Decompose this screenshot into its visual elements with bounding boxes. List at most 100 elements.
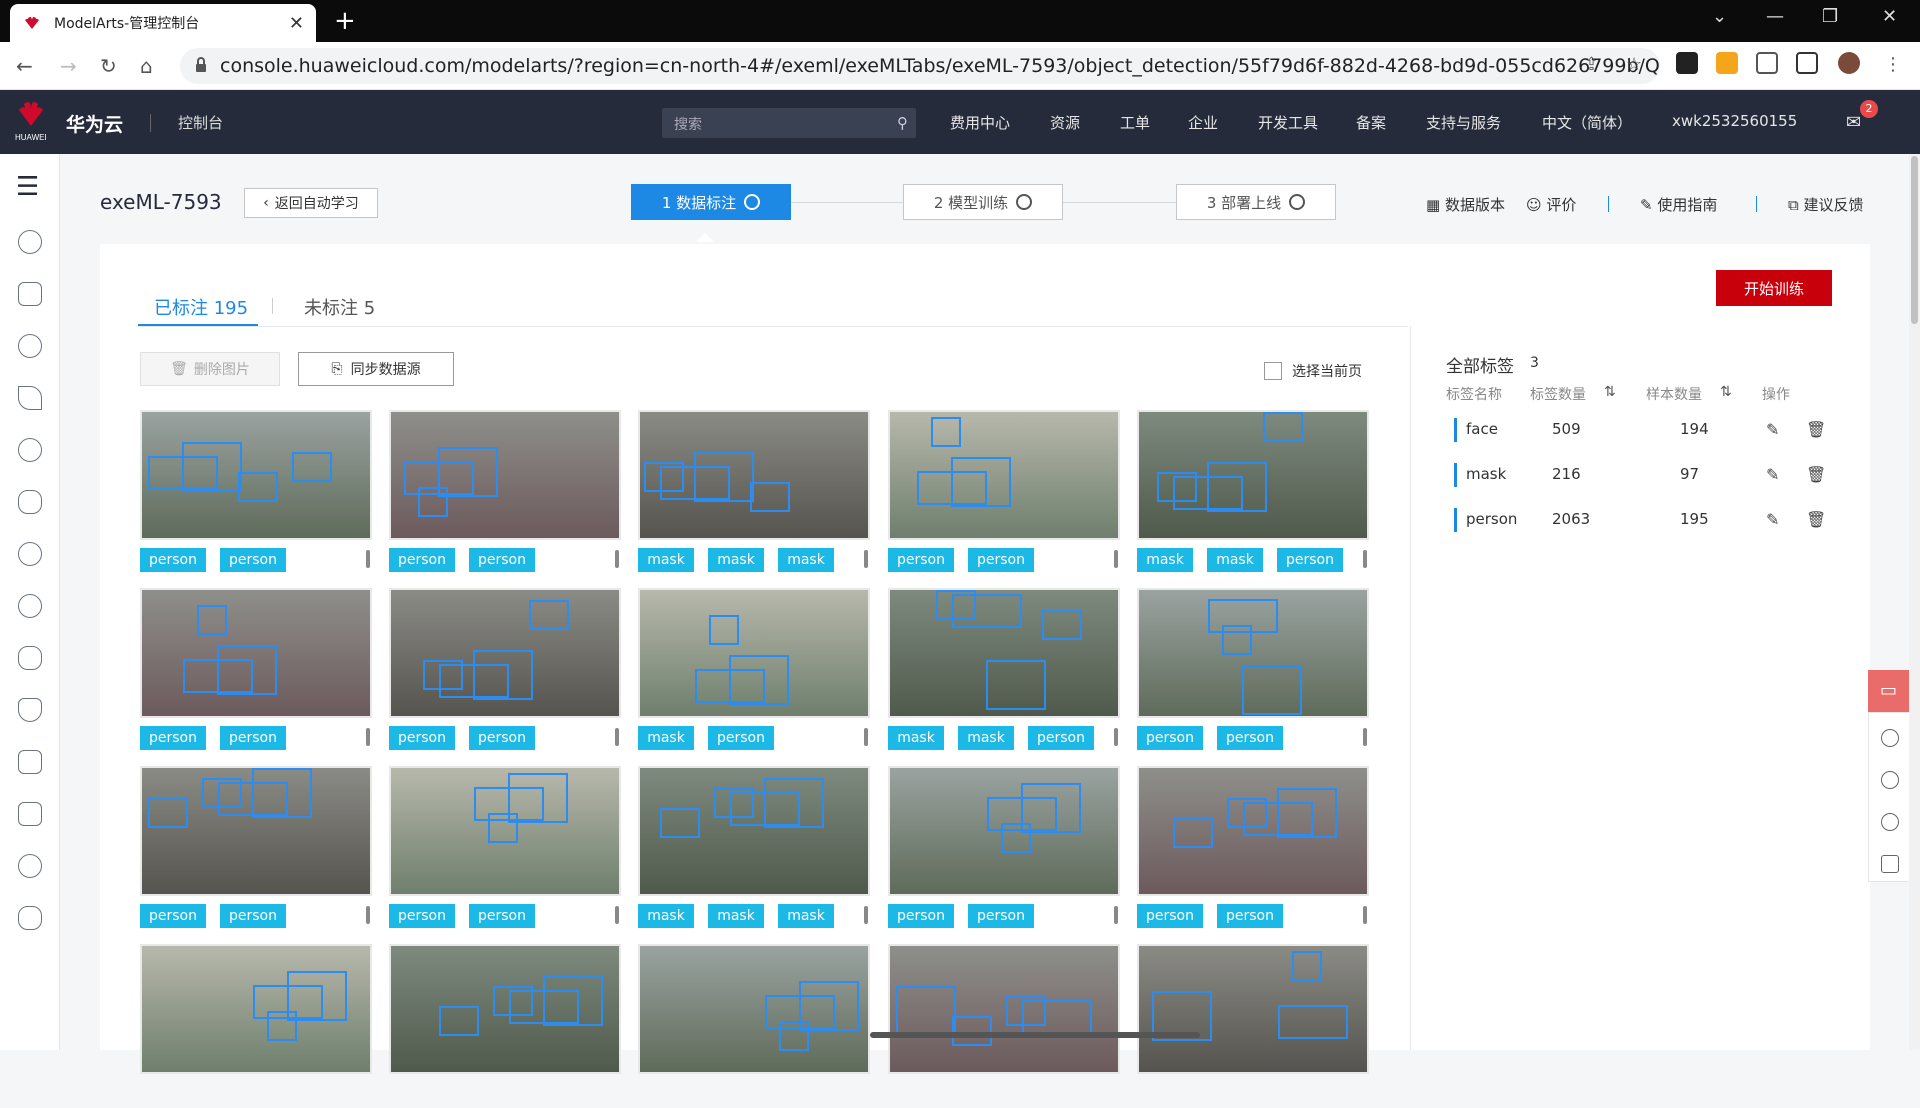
image-card[interactable]: person person (888, 766, 1120, 930)
image-thumbnail[interactable] (1137, 410, 1369, 540)
sync-datasource-button[interactable]: ⎘ 同步数据源 (298, 352, 454, 386)
restore-icon[interactable]: ❐ (1822, 6, 1838, 27)
url-field[interactable]: console.huaweicloud.com/modelarts/?regio… (180, 48, 1660, 84)
scrollbar-thumb[interactable] (1911, 156, 1918, 324)
feedback-link[interactable]: ⧉ 建议反馈 (1788, 194, 1864, 215)
cdn-icon[interactable] (18, 594, 42, 618)
edit-icon[interactable]: ✎ (1766, 465, 1784, 484)
drag-handle[interactable] (864, 728, 868, 746)
image-card[interactable]: person person (140, 410, 372, 574)
trash-icon[interactable]: 🗑 (1806, 420, 1826, 439)
select-page-checkbox[interactable] (1264, 362, 1282, 380)
cloud-storage-icon[interactable] (18, 906, 42, 930)
image-card[interactable] (140, 944, 372, 1108)
nav-language[interactable]: 中文（简体） (1542, 112, 1632, 133)
image-thumbnail[interactable] (389, 944, 621, 1074)
image-thumbnail[interactable] (389, 766, 621, 896)
step-data-labeling[interactable]: 1 数据标注 (631, 184, 791, 220)
tab-labeled[interactable]: 已标注 195 (154, 294, 248, 320)
drag-handle[interactable] (864, 550, 868, 568)
modelarts-icon[interactable] (18, 802, 42, 826)
image-card[interactable]: person person (140, 588, 372, 752)
image-card[interactable] (638, 944, 870, 1108)
image-card[interactable]: mask mask mask (638, 410, 870, 574)
image-card[interactable] (888, 944, 1120, 1108)
forward-icon[interactable]: → (60, 54, 77, 78)
nav-dev-tools[interactable]: 开发工具 (1258, 112, 1318, 133)
trash-icon[interactable]: 🗑 (1806, 465, 1826, 484)
image-thumbnail[interactable] (389, 410, 621, 540)
step-deploy[interactable]: 3 部署上线 (1176, 184, 1336, 220)
image-thumbnail[interactable] (140, 588, 372, 718)
image-card[interactable]: person person (888, 410, 1120, 574)
rss-extension-icon[interactable] (1716, 52, 1738, 74)
profile-avatar[interactable] (1838, 52, 1860, 74)
image-thumbnail[interactable] (888, 944, 1120, 1074)
drag-handle[interactable] (1363, 906, 1367, 924)
nav-resources[interactable]: 资源 (1050, 112, 1080, 133)
globe-icon[interactable] (18, 542, 42, 566)
brand-title[interactable]: 华为云 (66, 110, 123, 137)
image-thumbnail[interactable] (140, 766, 372, 896)
drag-handle[interactable] (1363, 550, 1367, 568)
nav-billing[interactable]: 费用中心 (950, 112, 1010, 133)
image-thumbnail[interactable] (888, 588, 1120, 718)
new-tab-icon[interactable]: + (334, 6, 356, 36)
sort-icon[interactable]: ⇅ (1604, 384, 1616, 400)
nav-username[interactable]: xwk2532560155 (1672, 112, 1797, 130)
back-icon[interactable]: ← (16, 54, 33, 78)
server-icon[interactable] (18, 282, 42, 306)
share-icon[interactable]: ⇪ (1584, 54, 1599, 75)
drag-handle[interactable] (1114, 550, 1118, 568)
back-to-automl-button[interactable]: ‹ 返回自动学习 (244, 188, 378, 218)
cluster-icon[interactable] (18, 490, 42, 514)
sidebar-icon[interactable] (1796, 52, 1818, 74)
network-icon[interactable] (18, 386, 42, 410)
mail-icon[interactable]: ✉ (1846, 112, 1861, 133)
drag-handle[interactable] (615, 906, 619, 924)
note-icon[interactable] (1881, 855, 1899, 873)
image-card[interactable]: mask mask person (888, 588, 1120, 752)
edit-icon[interactable]: ✎ (1766, 510, 1784, 529)
tab-unlabeled[interactable]: 未标注 5 (304, 294, 375, 320)
extension-icon[interactable] (1676, 52, 1698, 74)
help-icon[interactable] (1881, 813, 1899, 831)
global-search-input[interactable]: 搜索 ⚲ (662, 108, 916, 138)
cloud-more-icon[interactable] (18, 646, 42, 670)
cloud-icon[interactable] (18, 230, 42, 254)
bookmark-star-icon[interactable]: ☆ (1626, 54, 1642, 75)
menu-icon[interactable]: ☰ (16, 172, 39, 202)
nav-support[interactable]: 支持与服务 (1426, 112, 1501, 133)
image-card[interactable]: mask mask person (1137, 410, 1369, 574)
data-version-link[interactable]: ▦ 数据版本 (1426, 194, 1505, 215)
image-thumbnail[interactable] (888, 766, 1120, 896)
drag-handle[interactable] (366, 728, 370, 746)
image-thumbnail[interactable] (638, 588, 870, 718)
nav-tickets[interactable]: 工单 (1120, 112, 1150, 133)
drag-handle[interactable] (366, 906, 370, 924)
image-thumbnail[interactable] (638, 944, 870, 1074)
image-thumbnail[interactable] (140, 944, 372, 1074)
tab-search-icon[interactable]: ⌄ (1712, 6, 1727, 27)
smile-icon[interactable] (1881, 729, 1899, 747)
image-thumbnail[interactable] (389, 588, 621, 718)
window-close-icon[interactable]: ✕ (1882, 6, 1897, 27)
drag-handle[interactable] (864, 906, 868, 924)
drag-handle[interactable] (1114, 906, 1118, 924)
tab-close-icon[interactable]: ✕ (289, 13, 304, 34)
shield-icon[interactable] (18, 698, 42, 722)
start-training-button[interactable]: 开始训练 (1716, 270, 1832, 306)
step-model-training[interactable]: 2 模型训练 (903, 184, 1063, 220)
image-card[interactable]: mask mask mask (638, 766, 870, 930)
trash-icon[interactable]: 🗑 (1806, 510, 1826, 529)
chat-button[interactable]: ▭ (1868, 670, 1910, 712)
rating-link[interactable]: ☺ 评价 (1526, 194, 1576, 215)
minimize-icon[interactable]: — (1766, 6, 1784, 27)
sort-icon[interactable]: ⇅ (1720, 384, 1732, 400)
home-icon[interactable]: ⌂ (140, 54, 153, 78)
headset-icon[interactable] (1881, 771, 1899, 789)
console-link[interactable]: 控制台 (178, 112, 223, 133)
nav-enterprise[interactable]: 企业 (1188, 112, 1218, 133)
menu-dots-icon[interactable]: ⋮ (1884, 54, 1902, 75)
image-thumbnail[interactable] (638, 410, 870, 540)
